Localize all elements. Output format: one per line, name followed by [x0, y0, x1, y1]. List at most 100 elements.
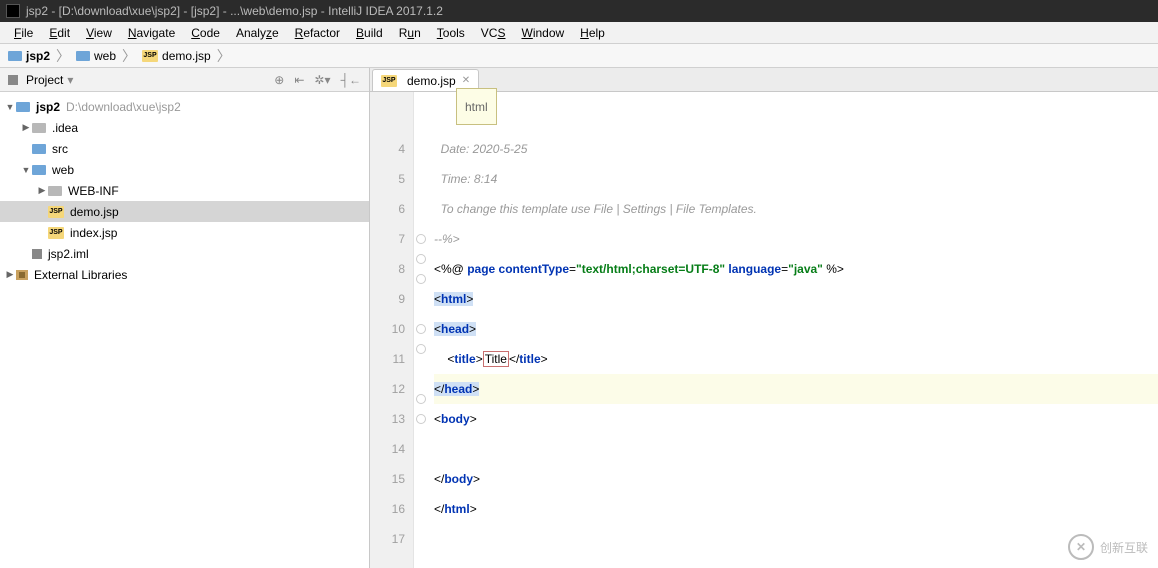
- tree-node-idea[interactable]: ▶.idea: [0, 117, 369, 138]
- code-line: </html>: [434, 494, 1158, 524]
- hide-icon[interactable]: ┤←: [340, 73, 361, 87]
- tree-node-index[interactable]: JSP index.jsp: [0, 222, 369, 243]
- jsp-icon: JSP: [48, 227, 64, 239]
- folder-icon: [48, 186, 62, 196]
- close-icon[interactable]: ✕: [462, 75, 470, 86]
- project-tool-window: Project ▾ ⊕ ⇤ ✲▾ ┤← ▼jsp2D:\download\xue…: [0, 68, 370, 568]
- breadcrumb-label: web: [94, 49, 116, 63]
- chevron-icon: 〉: [56, 46, 70, 66]
- watermark-logo-icon: ✕: [1068, 534, 1094, 560]
- scroll-to-source-icon[interactable]: ⊕: [274, 73, 284, 87]
- tab-label: demo.jsp: [407, 74, 456, 88]
- tree-label: web: [52, 163, 74, 177]
- library-icon: [16, 270, 28, 280]
- breadcrumb-file[interactable]: JSP demo.jsp: [138, 47, 215, 65]
- structure-breadcrumb[interactable]: html: [456, 88, 497, 125]
- navigation-bar: jsp2 〉 web 〉 JSP demo.jsp 〉: [0, 44, 1158, 68]
- window-title: jsp2 - [D:\download\xue\jsp2] - [jsp2] -…: [26, 4, 443, 18]
- tree-label: src: [52, 142, 68, 156]
- folder-icon: [32, 165, 46, 175]
- code-content[interactable]: html Date: 2020-5-25 Time: 8:14 To chang…: [428, 92, 1158, 568]
- code-line: <%@ page contentType="text/html;charset=…: [434, 254, 1158, 284]
- code-line: To change this template use File | Setti…: [434, 194, 1158, 224]
- fold-marker-icon[interactable]: [416, 324, 426, 334]
- fold-column[interactable]: [414, 92, 428, 568]
- folder-icon: [32, 144, 46, 154]
- fold-marker-icon[interactable]: [416, 234, 426, 244]
- tree-label: jsp2.iml: [48, 247, 89, 261]
- breadcrumb-web[interactable]: web: [72, 47, 120, 65]
- watermark: ✕ 创新互联: [1068, 534, 1148, 560]
- menu-help[interactable]: Help: [572, 24, 613, 42]
- title-bar: jsp2 - [D:\download\xue\jsp2] - [jsp2] -…: [0, 0, 1158, 22]
- menu-file[interactable]: File: [6, 24, 41, 42]
- code-editor[interactable]: 4567 891011 12131415 1617 html: [370, 92, 1158, 568]
- fold-marker-icon[interactable]: [416, 344, 426, 354]
- fold-marker-icon[interactable]: [416, 254, 426, 264]
- tree-node-src[interactable]: src: [0, 138, 369, 159]
- project-icon: [8, 75, 18, 85]
- tree-label: External Libraries: [34, 268, 127, 282]
- module-icon: [8, 51, 22, 61]
- tree-node-web[interactable]: ▼web: [0, 159, 369, 180]
- dropdown-icon[interactable]: ▾: [67, 73, 73, 87]
- sidebar-header: Project ▾ ⊕ ⇤ ✲▾ ┤←: [0, 68, 369, 92]
- menu-navigate[interactable]: Navigate: [120, 24, 183, 42]
- code-line: </body>: [434, 464, 1158, 494]
- menu-edit[interactable]: Edit: [41, 24, 78, 42]
- editor-area: JSP demo.jsp ✕ 4567 891011 12131415 1617: [370, 68, 1158, 568]
- gear-icon[interactable]: ✲▾: [314, 73, 330, 87]
- chevron-icon: 〉: [217, 46, 231, 66]
- watermark-text: 创新互联: [1100, 539, 1148, 556]
- tree-node-root[interactable]: ▼jsp2D:\download\xue\jsp2: [0, 96, 369, 117]
- jsp-icon: JSP: [48, 206, 64, 218]
- main-split: Project ▾ ⊕ ⇤ ✲▾ ┤← ▼jsp2D:\download\xue…: [0, 68, 1158, 568]
- folder-icon: [32, 123, 46, 133]
- code-line: [434, 524, 1158, 554]
- jsp-icon: JSP: [142, 50, 158, 62]
- tree-node-iml[interactable]: jsp2.iml: [0, 243, 369, 264]
- menu-vcs[interactable]: VCS: [473, 24, 514, 42]
- menu-tools[interactable]: Tools: [429, 24, 473, 42]
- jsp-icon: JSP: [381, 75, 397, 87]
- breadcrumb-label: demo.jsp: [162, 49, 211, 63]
- code-line: Date: 2020-5-25: [434, 134, 1158, 164]
- code-line: <title>Title</title>: [434, 344, 1158, 374]
- tree-node-external-libs[interactable]: ▶External Libraries: [0, 264, 369, 285]
- tree-label: jsp2: [36, 100, 60, 114]
- menu-code[interactable]: Code: [183, 24, 228, 42]
- folder-icon: [76, 51, 90, 61]
- collapse-all-icon[interactable]: ⇤: [294, 73, 304, 87]
- code-line: </head>: [434, 374, 1158, 404]
- project-tree[interactable]: ▼jsp2D:\download\xue\jsp2 ▶.idea src ▼we…: [0, 92, 369, 568]
- line-gutter: 4567 891011 12131415 1617: [370, 92, 414, 568]
- menu-analyze[interactable]: Analyze: [228, 24, 287, 42]
- tree-label: index.jsp: [70, 226, 117, 240]
- code-line: <head>: [434, 314, 1158, 344]
- fold-marker-icon[interactable]: [416, 414, 426, 424]
- menu-bar: File Edit View Navigate Code Analyze Ref…: [0, 22, 1158, 44]
- menu-window[interactable]: Window: [513, 24, 572, 42]
- fold-marker-icon[interactable]: [416, 394, 426, 404]
- menu-refactor[interactable]: Refactor: [287, 24, 348, 42]
- sidebar-title: Project: [26, 73, 63, 87]
- code-line: Time: 8:14: [434, 164, 1158, 194]
- chevron-icon: 〉: [122, 46, 136, 66]
- code-line: <body>: [434, 404, 1158, 434]
- code-line: --%>: [434, 224, 1158, 254]
- module-icon: [16, 102, 30, 112]
- tree-label: demo.jsp: [70, 205, 119, 219]
- code-line: <html>: [434, 284, 1158, 314]
- breadcrumb-label: jsp2: [26, 49, 50, 63]
- tree-node-webinf[interactable]: ▶WEB-INF: [0, 180, 369, 201]
- tree-label: .idea: [52, 121, 78, 135]
- file-icon: [32, 249, 42, 259]
- menu-run[interactable]: Run: [391, 24, 429, 42]
- fold-marker-icon[interactable]: [416, 274, 426, 284]
- tree-node-demo[interactable]: JSP demo.jsp: [0, 201, 369, 222]
- breadcrumb-root[interactable]: jsp2: [4, 47, 54, 65]
- menu-build[interactable]: Build: [348, 24, 391, 42]
- menu-view[interactable]: View: [78, 24, 120, 42]
- code-line: [434, 434, 1158, 464]
- app-icon: [6, 4, 20, 18]
